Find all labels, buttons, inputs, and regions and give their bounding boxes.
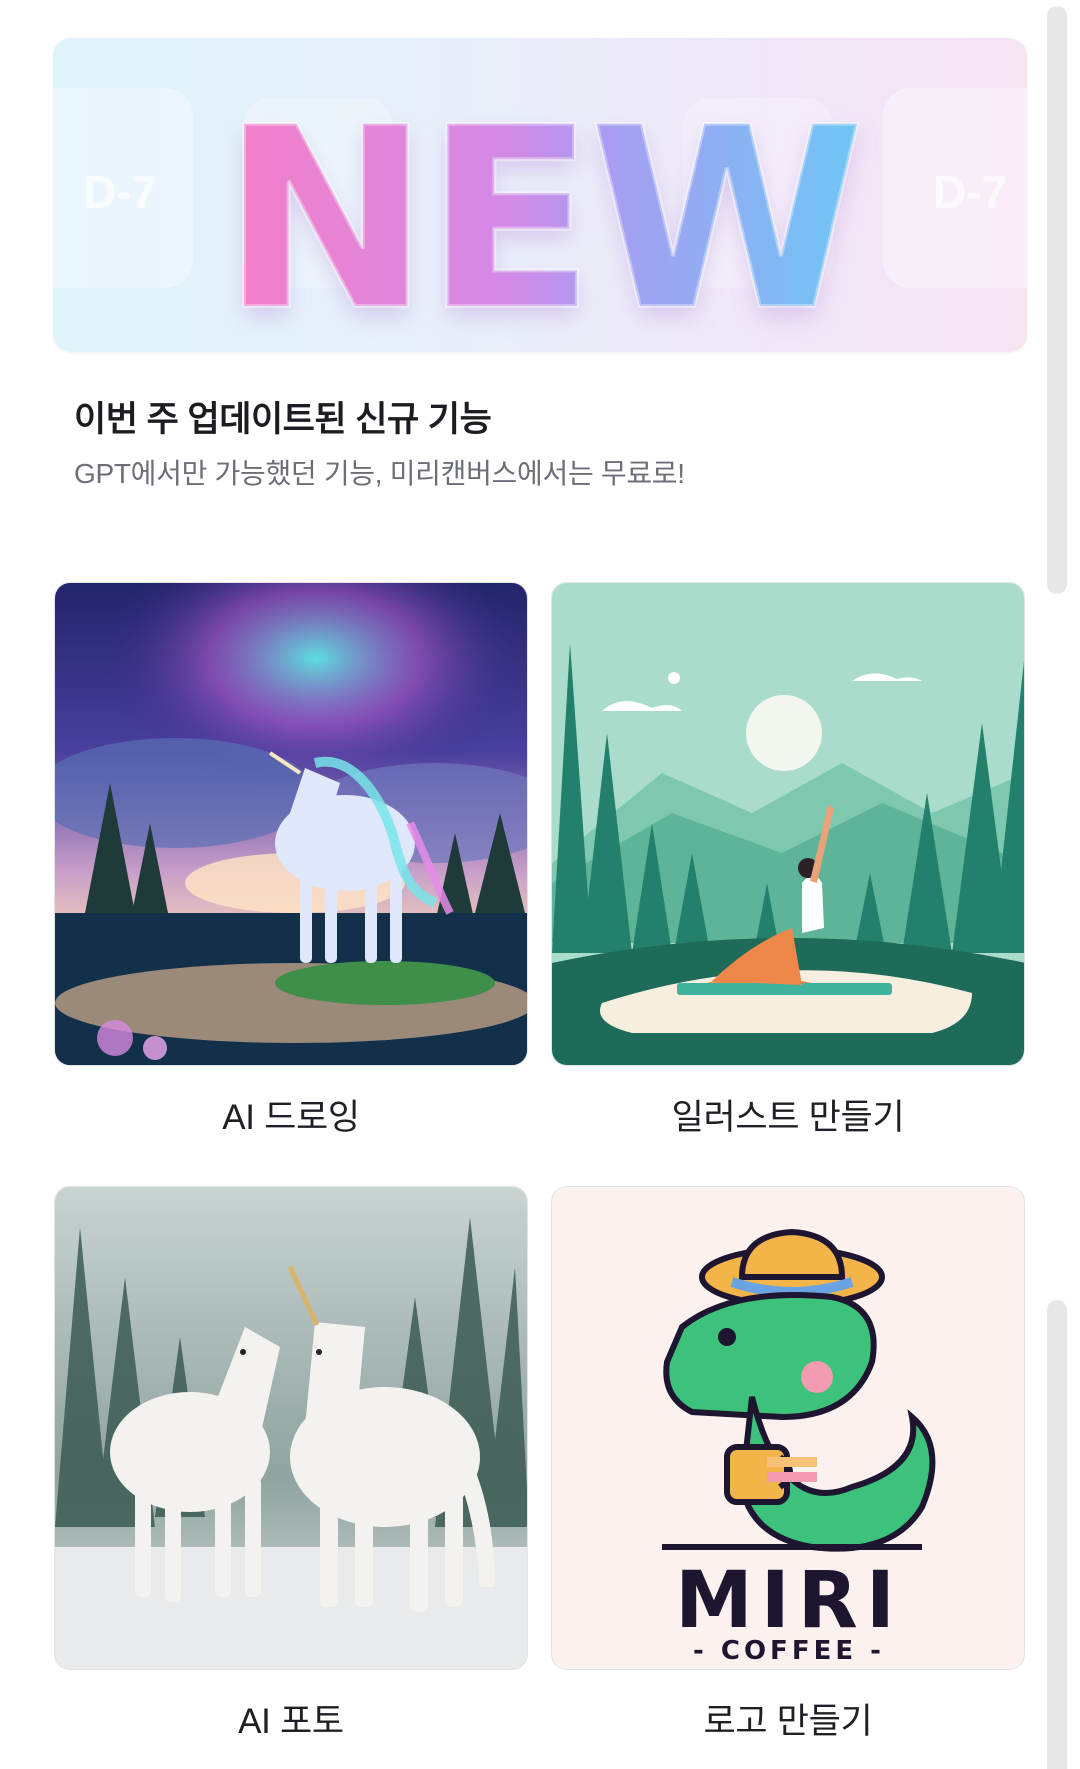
- banner-side-text-left: D-7: [83, 166, 157, 218]
- card-ai-photo[interactable]: AI 포토: [54, 1186, 528, 1744]
- logo-text-miri: MIRI: [675, 1556, 903, 1646]
- card-illustration[interactable]: 일러스트 만들기: [551, 582, 1025, 1140]
- new-banner-image: D-7 D-7 NEW: [53, 72, 1027, 352]
- banner-subtitle: GPT에서만 가능했던 기능, 미리캔버스에서는 무료로!: [74, 458, 685, 489]
- card-ai-drawing[interactable]: AI 드로잉: [54, 582, 528, 1140]
- banner-title: 이번 주 업데이트된 신규 기능: [74, 400, 492, 439]
- ai-photo-image: [54, 1186, 528, 1670]
- ai-drawing-image: [54, 582, 528, 1066]
- illustration-image: [551, 582, 1025, 1066]
- card-label-ai-photo: AI 포토: [238, 1702, 344, 1741]
- scrollbar-thumb[interactable]: [1047, 1300, 1067, 1769]
- logo-image: MIRI - COFFEE -: [551, 1186, 1025, 1670]
- new-feature-banner[interactable]: D-7 D-7 NEW: [53, 38, 1027, 352]
- card-label-ai-drawing: AI 드로잉: [222, 1098, 360, 1137]
- card-logo[interactable]: MIRI - COFFEE - 로고 만들기: [551, 1186, 1025, 1744]
- banner-new-text: NEW: [221, 74, 859, 352]
- card-label-illustration: 일러스트 만들기: [671, 1098, 905, 1137]
- banner-side-text-right: D-7: [933, 166, 1007, 218]
- logo-text-coffee: - COFFEE -: [693, 1636, 885, 1666]
- card-label-logo: 로고 만들기: [703, 1702, 873, 1741]
- scrollbar-track-top[interactable]: [1047, 6, 1067, 594]
